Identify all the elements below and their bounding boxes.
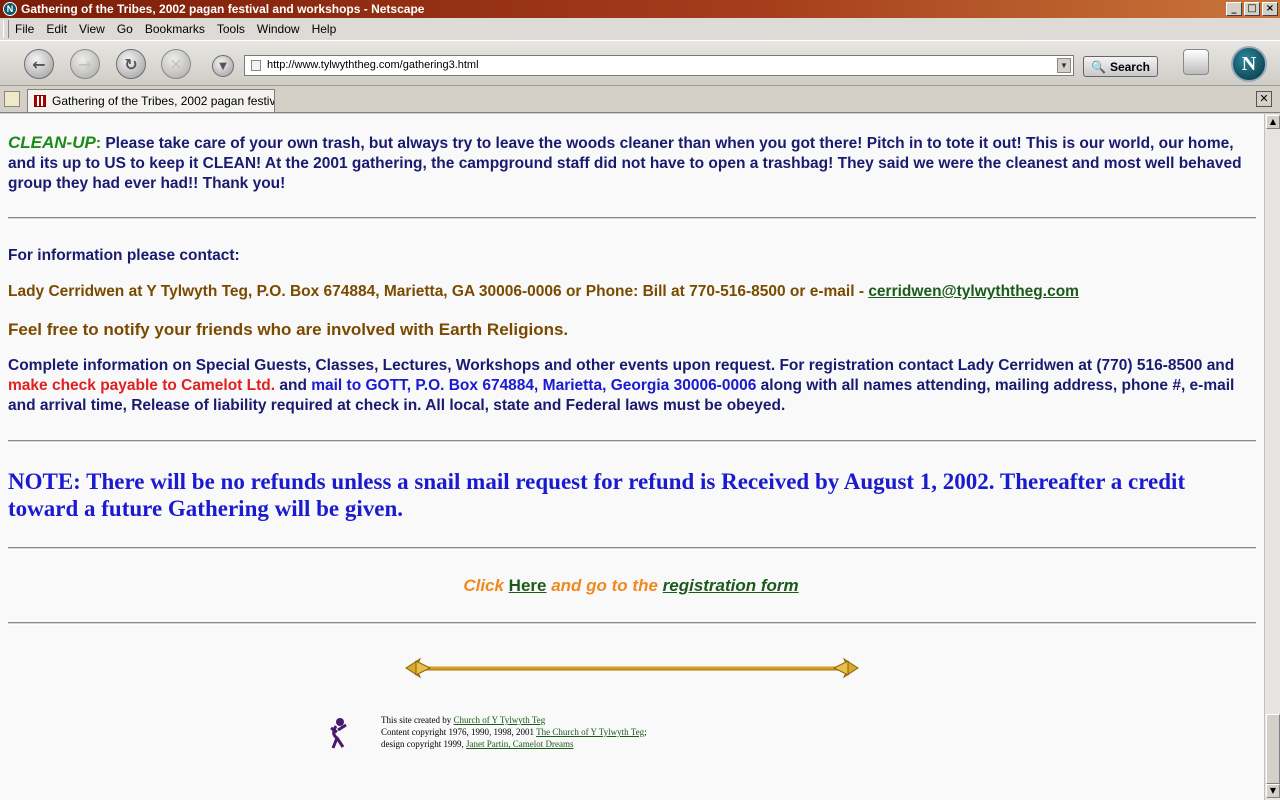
navigation-toolbar: ← → ↻ ✕ ▼ http://www.tylwyththeg.com/gat… bbox=[0, 40, 1280, 86]
mailing-address-text: mail to GOTT, P.O. Box 674884, Marietta,… bbox=[311, 377, 757, 394]
menu-go[interactable]: Go bbox=[117, 22, 133, 36]
print-icon[interactable] bbox=[1183, 49, 1209, 75]
divider bbox=[8, 217, 1256, 220]
footer-semicolon: ; bbox=[644, 727, 647, 737]
click-mid-text: and go to the bbox=[546, 576, 663, 595]
scroll-thumb[interactable] bbox=[1266, 714, 1280, 784]
forward-arrow-icon: → bbox=[78, 54, 92, 74]
footer-credit-3: design copyright 1999, Janet Partin, Cam… bbox=[381, 738, 573, 750]
tab-active[interactable]: Gathering of the Tribes, 2002 pagan fest… bbox=[27, 89, 275, 112]
favicon-icon bbox=[34, 95, 46, 107]
menu-file[interactable]: File bbox=[15, 22, 34, 36]
footer-text-1: This site created by bbox=[381, 715, 454, 725]
registration-prompt: Click Here and go to the registration fo… bbox=[8, 576, 1254, 596]
tab-title: Gathering of the Tribes, 2002 pagan fest… bbox=[52, 94, 275, 108]
page-icon bbox=[251, 60, 261, 71]
info-text-2: and bbox=[275, 377, 312, 394]
cleanup-paragraph: CLEAN-UP: Please take care of your own t… bbox=[8, 133, 1254, 194]
info-text-1: Complete information on Special Guests, … bbox=[8, 357, 1235, 374]
refund-note: NOTE: There will be no refunds unless a … bbox=[8, 469, 1186, 521]
reload-icon: ↻ bbox=[124, 54, 138, 74]
netscape-app-icon[interactable]: N bbox=[3, 2, 17, 16]
menu-window[interactable]: Window bbox=[257, 22, 300, 36]
stop-button[interactable]: ✕ bbox=[161, 49, 191, 79]
notify-text: Feel free to notify your friends who are… bbox=[8, 320, 569, 339]
click-text: Click bbox=[463, 576, 509, 595]
footer-credit-1: This site created by Church of Y Tylwyth… bbox=[381, 714, 545, 726]
info-paragraph: Complete information on Special Guests, … bbox=[8, 356, 1254, 416]
netscape-logo-icon[interactable]: N bbox=[1231, 46, 1267, 82]
maximize-button[interactable]: □ bbox=[1244, 2, 1260, 16]
back-arrow-icon: ← bbox=[32, 54, 46, 74]
church-link[interactable]: Church of Y Tylwyth Teg bbox=[453, 715, 545, 725]
menu-bookmarks[interactable]: Bookmarks bbox=[145, 22, 205, 36]
menu-tools[interactable]: Tools bbox=[217, 22, 245, 36]
chevron-down-icon: ▼ bbox=[219, 60, 227, 72]
reload-button[interactable]: ↻ bbox=[116, 49, 146, 79]
stop-icon: ✕ bbox=[169, 54, 183, 74]
search-button[interactable]: 🔍 Search bbox=[1083, 56, 1158, 77]
vertical-scrollbar[interactable]: ▲ ▼ bbox=[1264, 114, 1280, 800]
url-text: http://www.tylwyththeg.com/gathering3.ht… bbox=[267, 59, 479, 71]
url-bar[interactable]: http://www.tylwyththeg.com/gathering3.ht… bbox=[244, 55, 1074, 76]
cleanup-text: Please take care of your own trash, but … bbox=[8, 135, 1242, 192]
logo-letter: N bbox=[1241, 52, 1257, 75]
contact-email-link[interactable]: cerridwen@tylwyththeg.com bbox=[868, 283, 1079, 300]
divider bbox=[8, 547, 1256, 550]
forward-button[interactable]: → bbox=[70, 49, 100, 79]
browser-window: N Gathering of the Tribes, 2002 pagan fe… bbox=[0, 0, 1280, 800]
footer-text-2: Content copyright 1976, 1990, 1998, 2001 bbox=[381, 727, 537, 737]
here-link[interactable]: Here bbox=[509, 576, 547, 595]
scroll-up-arrow-icon[interactable]: ▲ bbox=[1266, 115, 1280, 129]
contact-text: Lady Cerridwen at Y Tylwyth Teg, P.O. Bo… bbox=[8, 283, 869, 300]
back-button[interactable]: ← bbox=[24, 49, 54, 79]
cleanup-heading: CLEAN-UP bbox=[8, 133, 96, 152]
footer-credit-2: Content copyright 1976, 1990, 1998, 2001… bbox=[381, 726, 647, 738]
scroll-down-arrow-icon[interactable]: ▼ bbox=[1266, 784, 1280, 798]
page-content: CLEAN-UP: Please take care of your own t… bbox=[0, 114, 1264, 800]
footer-text-3: design copyright 1999, bbox=[381, 739, 466, 749]
menu-bar: File Edit View Go Bookmarks Tools Window… bbox=[0, 18, 1280, 40]
menu-edit[interactable]: Edit bbox=[46, 22, 67, 36]
title-bar: N Gathering of the Tribes, 2002 pagan fe… bbox=[0, 0, 1280, 18]
minimize-button[interactable]: _ bbox=[1226, 2, 1242, 16]
search-icon: 🔍 bbox=[1091, 59, 1106, 74]
registration-form-link[interactable]: registration form bbox=[663, 576, 799, 595]
menu-help[interactable]: Help bbox=[312, 22, 337, 36]
go-dropdown-button[interactable]: ▼ bbox=[212, 55, 234, 77]
menu-view[interactable]: View bbox=[79, 22, 105, 36]
url-history-dropdown[interactable]: ▼ bbox=[1057, 58, 1071, 73]
contact-line: Lady Cerridwen at Y Tylwyth Teg, P.O. Bo… bbox=[8, 282, 1254, 302]
contact-heading: For information please contact: bbox=[8, 247, 240, 264]
close-tab-button[interactable]: ✕ bbox=[1256, 91, 1272, 107]
payable-text: make check payable to Camelot Ltd. bbox=[8, 377, 276, 394]
kokopelli-icon bbox=[330, 718, 347, 749]
search-label: Search bbox=[1109, 59, 1150, 74]
golden-arrow-divider bbox=[405, 657, 859, 679]
new-tab-icon[interactable] bbox=[4, 91, 20, 107]
designer-link[interactable]: Janet Partin, Camelot Dreams bbox=[466, 739, 573, 749]
divider bbox=[8, 440, 1256, 443]
tab-strip: Gathering of the Tribes, 2002 pagan fest… bbox=[0, 87, 1280, 113]
close-window-button[interactable]: × bbox=[1262, 2, 1278, 16]
menubar-grip[interactable] bbox=[3, 20, 9, 38]
window-title: Gathering of the Tribes, 2002 pagan fest… bbox=[21, 2, 425, 16]
divider bbox=[8, 622, 1256, 625]
church-copyright-link[interactable]: The Church of Y Tylwyth Teg bbox=[536, 727, 644, 737]
